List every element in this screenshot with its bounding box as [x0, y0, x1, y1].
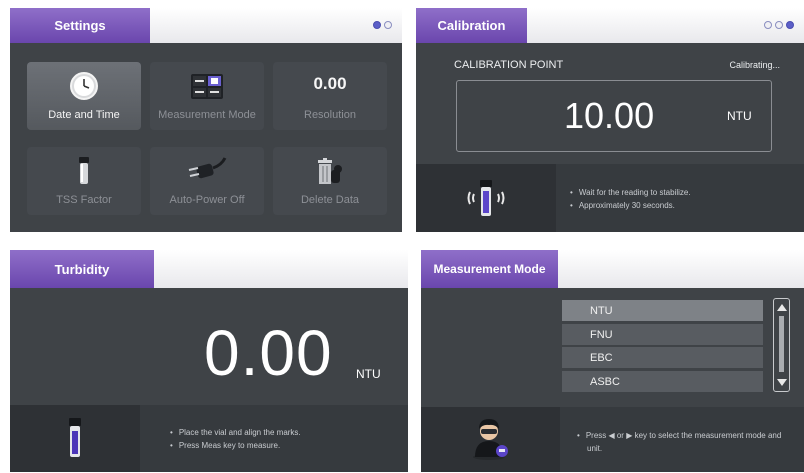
calibration-status: Calibrating... [729, 60, 780, 70]
mode-option-ntu[interactable]: NTU [562, 300, 763, 321]
auto-power-off-label: Auto-Power Off [169, 194, 245, 206]
page-dot-active [373, 21, 381, 29]
hint-item: Approximately 30 seconds. [570, 199, 691, 212]
measurement-mode-hints: Press ◀ or ▶ key to select the measureme… [577, 429, 797, 455]
measurement-mode-title: Measurement Mode [421, 250, 558, 288]
date-and-time-tile[interactable]: Date and Time [27, 62, 141, 130]
turbidity-icon-zone [10, 405, 140, 472]
calibration-header: Calibration [416, 8, 804, 43]
date-and-time-label: Date and Time [48, 109, 120, 121]
calibration-panel: Calibration CALIBRATION POINT Calibratin… [416, 8, 804, 232]
turbidity-header: Turbidity [10, 250, 408, 288]
delete-data-tile[interactable]: Delete Data [273, 147, 387, 215]
page-indicator [373, 21, 392, 29]
vial-icon [69, 418, 81, 457]
page-dot-active [786, 21, 794, 29]
scroll-up-arrow-icon[interactable] [777, 304, 787, 311]
tss-factor-tile[interactable]: TSS Factor [27, 147, 141, 215]
measurement-mode-icon [191, 74, 223, 99]
resolution-tile[interactable]: 0.00 Resolution [273, 62, 387, 130]
turbidity-hint-area: Place the vial and align the marks. Pres… [10, 405, 408, 472]
hint-item: Place the vial and align the marks. [170, 426, 301, 439]
settings-header: Settings [10, 8, 402, 43]
page-dot [384, 21, 392, 29]
measurement-mode-header: Measurement Mode [421, 250, 804, 288]
delete-data-label: Delete Data [300, 194, 360, 206]
vibrating-vial-icon [467, 180, 505, 216]
power-plug-icon [188, 157, 227, 179]
measurement-mode-label: Measurement Mode [158, 109, 256, 121]
scroll-down-arrow-icon[interactable] [777, 379, 787, 386]
auto-power-off-tile[interactable]: Auto-Power Off [150, 147, 264, 215]
calibration-icon-zone [416, 164, 556, 232]
trash-icon [318, 158, 342, 184]
hint-item: Press ◀ or ▶ key to select the measureme… [577, 429, 797, 455]
calibration-title: Calibration [416, 8, 527, 43]
user-with-meter-icon [473, 419, 508, 460]
mode-option-asbc[interactable]: ASBC [562, 371, 763, 392]
turbidity-panel: Turbidity 0.00 NTU Place the vial and al… [10, 250, 408, 472]
vial-icon [79, 157, 89, 184]
turbidity-unit: NTU [356, 367, 381, 381]
calibration-point-label: CALIBRATION POINT [454, 59, 564, 71]
hint-item: Wait for the reading to stabilize. [570, 186, 691, 199]
resolution-icon: 0.00 [313, 74, 347, 93]
tss-factor-label: TSS Factor [56, 194, 112, 206]
measurement-mode-tile[interactable]: Measurement Mode [150, 62, 264, 130]
measurement-mode-hint-area: Press ◀ or ▶ key to select the measureme… [421, 407, 804, 472]
turbidity-hints: Place the vial and align the marks. Pres… [170, 426, 301, 452]
page-dot [775, 21, 783, 29]
settings-title: Settings [10, 8, 150, 43]
calibration-value: 10.00 [564, 95, 655, 136]
clock-icon [70, 72, 98, 100]
mode-option-fnu[interactable]: FNU [562, 324, 763, 345]
settings-panel: Settings Date and Time Measurement Mode [10, 8, 402, 232]
measurement-mode-icon-zone [421, 407, 560, 472]
mode-list-scrollbar[interactable] [773, 298, 790, 392]
turbidity-title: Turbidity [10, 250, 154, 288]
calibration-hint-area: Wait for the reading to stabilize. Appro… [416, 164, 804, 232]
resolution-label: Resolution [304, 109, 356, 121]
scroll-track[interactable] [779, 316, 784, 372]
turbidity-value: 0.00 [204, 317, 333, 389]
page-dot [764, 21, 772, 29]
page-indicator [764, 21, 794, 29]
calibration-hints: Wait for the reading to stabilize. Appro… [570, 186, 691, 212]
measurement-mode-panel: Measurement Mode NTU FNU EBC ASBC Press … [421, 250, 804, 472]
calibration-unit: NTU [727, 109, 752, 123]
hint-item: Press Meas key to measure. [170, 439, 301, 452]
mode-option-ebc[interactable]: EBC [562, 347, 763, 368]
